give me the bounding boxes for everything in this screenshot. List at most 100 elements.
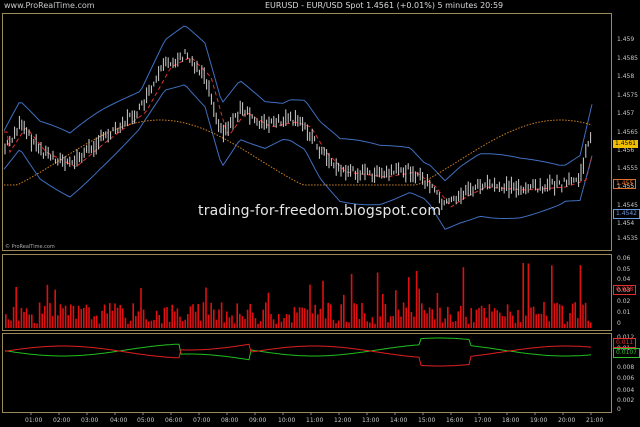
volume-bar <box>140 287 142 328</box>
volume-bar <box>7 319 10 328</box>
volume-bar <box>114 303 116 328</box>
volume-bar <box>353 303 355 328</box>
volume-bar <box>304 308 306 328</box>
volume-bar <box>285 314 288 328</box>
volume-bar <box>556 302 558 328</box>
time-tick: 16:00 <box>446 417 464 424</box>
time-tick: 07:00 <box>193 417 211 424</box>
volume-bar <box>499 312 501 328</box>
volume-bar <box>231 315 233 328</box>
volume-bar <box>200 320 202 328</box>
volume-bar <box>587 320 589 328</box>
time-tick: 20:00 <box>558 417 576 424</box>
volume-tick: 0.05 <box>617 266 631 273</box>
volume-bar <box>369 322 371 328</box>
volume-bar <box>584 302 587 328</box>
volume-bar <box>176 308 179 328</box>
volume-bar <box>129 320 132 328</box>
volume-bar <box>441 322 444 328</box>
volume-bar <box>535 314 537 328</box>
volume-bar <box>470 308 472 328</box>
volume-bar <box>330 304 332 328</box>
volume-bar <box>262 309 264 328</box>
volume-bar <box>246 309 249 328</box>
volume-bar <box>98 323 101 328</box>
volume-bar <box>574 302 576 328</box>
volume-bar <box>233 323 236 328</box>
volume-bar <box>444 318 446 328</box>
volume-bar <box>223 322 225 328</box>
volume-bar <box>168 321 171 328</box>
volume-bar <box>582 304 584 328</box>
volume-bar <box>241 316 244 328</box>
volume-bar <box>366 321 368 328</box>
volume-bar <box>452 321 454 328</box>
volume-bar <box>36 323 38 328</box>
volume-bar <box>428 307 431 328</box>
volume-bar <box>423 310 426 328</box>
volume-bar <box>49 303 51 328</box>
price-tick: 1.456 <box>617 147 635 154</box>
volume-bar <box>93 316 95 328</box>
price-tick: 1.458 <box>617 73 635 80</box>
time-tick: 14:00 <box>390 417 408 424</box>
volume-bar <box>543 302 545 328</box>
volume-bar <box>171 304 173 328</box>
volume-bar <box>579 265 582 328</box>
volume-bar <box>202 302 205 328</box>
volume-bar <box>142 309 145 328</box>
volume-bar <box>405 307 407 328</box>
volume-bar <box>447 306 449 328</box>
volume-bar <box>184 319 186 328</box>
volume-bar <box>80 309 82 328</box>
volume-bar <box>236 303 238 328</box>
volume-bar <box>70 304 72 328</box>
volume-bar <box>491 311 493 328</box>
volume-bar <box>103 304 106 328</box>
time-tick: 04:00 <box>110 417 128 424</box>
time-tick: 21:00 <box>586 417 604 424</box>
volume-bar <box>280 321 283 328</box>
indicator-tick: 0.002 <box>617 397 635 404</box>
indicator-green-tag: 0.0107 <box>613 348 640 358</box>
indicator-tick: 0 <box>617 406 621 413</box>
volume-bar <box>109 303 111 328</box>
volume-bar <box>382 293 384 328</box>
price-tick: 1.4545 <box>617 202 638 209</box>
volume-bar <box>28 314 30 328</box>
volume-bar <box>517 310 519 328</box>
price-tick: 1.459 <box>617 36 635 43</box>
volume-bar <box>454 321 457 328</box>
time-tick: 09:00 <box>249 417 267 424</box>
volume-bar <box>473 322 475 328</box>
volume-tick: 0.02 <box>617 298 631 305</box>
volume-bar <box>161 323 163 328</box>
volume-bar <box>220 302 223 328</box>
volume-bar <box>270 314 272 328</box>
volume-bar <box>439 307 441 328</box>
volume-bar <box>259 321 262 328</box>
volume-bar <box>51 316 54 328</box>
volume-bar <box>337 320 340 328</box>
time-tick: 03:00 <box>81 417 99 424</box>
volume-bar <box>509 311 511 328</box>
volume-bar <box>194 311 197 328</box>
price-tick: 1.4575 <box>617 92 638 99</box>
volume-bar <box>187 314 189 328</box>
volume-bar <box>311 313 314 328</box>
volume-bar <box>501 315 504 328</box>
volume-bar <box>15 287 17 328</box>
watermark-text: trading-for-freedom.blogspot.com <box>198 203 442 219</box>
volume-bar <box>569 313 571 328</box>
volume-bar <box>298 307 301 328</box>
volume-bar <box>283 318 285 328</box>
time-tick: 19:00 <box>530 417 548 424</box>
volume-bar <box>275 323 277 328</box>
volume-bar <box>434 319 436 328</box>
time-tick: 05:00 <box>137 417 155 424</box>
volume-bar <box>31 314 33 328</box>
volume-bar <box>10 320 12 328</box>
volume-bar <box>327 302 329 328</box>
volume-bar <box>101 310 103 328</box>
volume-bar <box>218 309 220 328</box>
